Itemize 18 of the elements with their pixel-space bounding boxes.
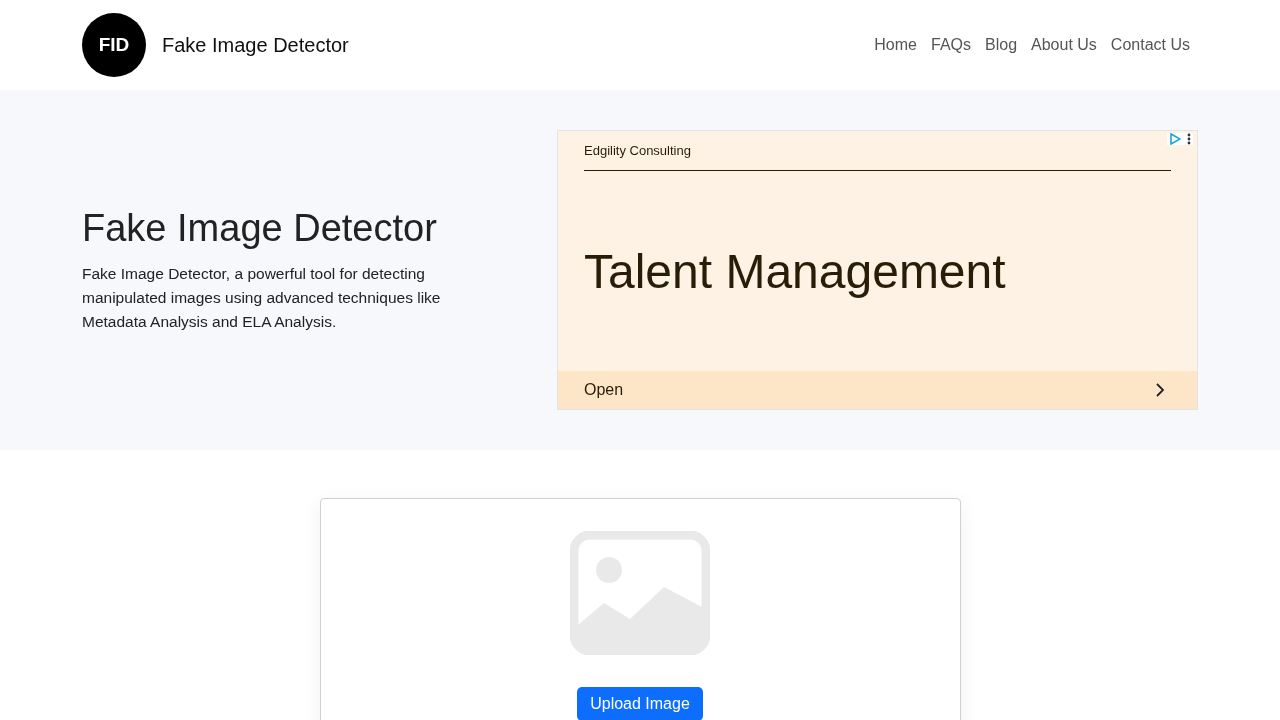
open-button[interactable]: Open <box>558 371 1197 409</box>
hero-description: Fake Image Detector, a powerful tool for detecting manipulated images using advanced techniques like Metadata Analysis and ELA Analysis. <box>82 263 442 332</box>
more-options-icon[interactable] <box>1187 133 1191 145</box>
upload-image-button[interactable]: Upload Image <box>577 687 703 720</box>
open-label: Open <box>584 381 624 399</box>
ad-choices-icon[interactable] <box>1169 133 1181 145</box>
ad-headline: Talent Management <box>583 243 1007 300</box>
nav-link[interactable]: About Us <box>1031 36 1097 54</box>
nav-link[interactable]: FAQs <box>931 36 971 54</box>
site-name[interactable]: Fake Image Detector <box>162 33 349 57</box>
hero-title: Fake Image Detector <box>82 206 438 250</box>
advertisement-card[interactable]: Edgility Consulting Talent Management Open <box>557 130 1198 410</box>
nav-link[interactable]: Blog <box>985 36 1018 54</box>
nav-link[interactable]: Contact Us <box>1110 36 1190 54</box>
chevron-right-icon <box>1155 382 1165 398</box>
site-logo[interactable]: FID <box>82 13 146 77</box>
advertiser-name: Edgility Consulting <box>584 143 691 158</box>
nav-link[interactable]: Home <box>874 36 917 54</box>
